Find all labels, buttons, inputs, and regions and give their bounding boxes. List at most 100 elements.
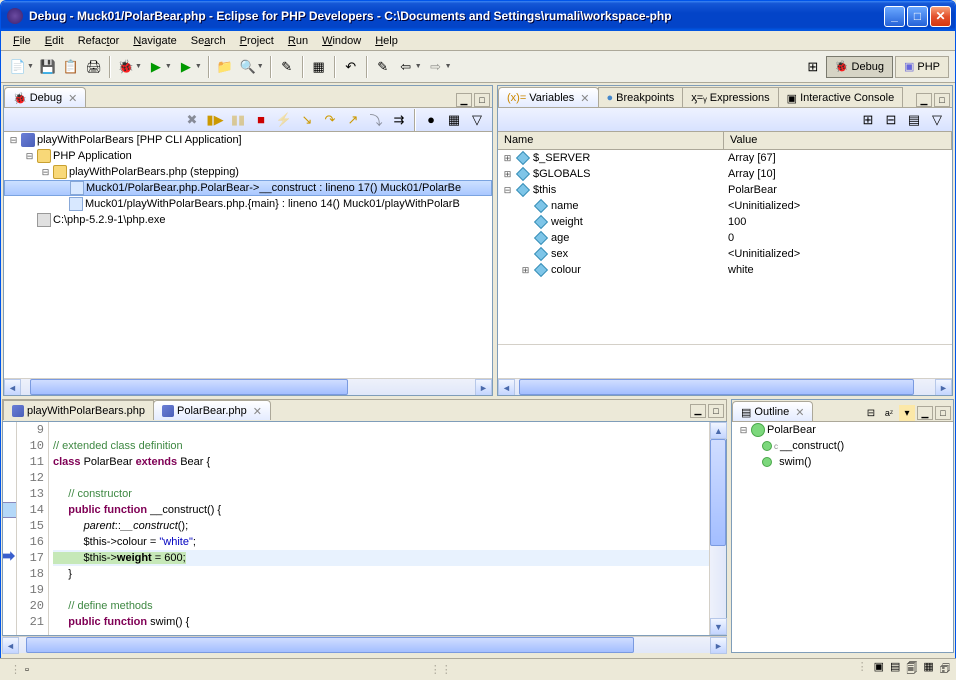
run-button[interactable]: ▶ <box>145 56 167 78</box>
remove-terminated-button[interactable]: ✖ <box>181 109 203 131</box>
step-into-button[interactable]: ↘ <box>296 109 318 131</box>
var-row[interactable]: ⊞$GLOBALSArray [10] <box>498 166 952 182</box>
menu-search[interactable]: Search <box>185 33 232 49</box>
twisty-icon[interactable]: ⊞ <box>502 169 513 180</box>
twisty-icon[interactable] <box>520 201 531 211</box>
outline-method-1[interactable]: swim() <box>779 456 811 468</box>
last-edit-button[interactable]: ✎ <box>372 56 394 78</box>
tab-console[interactable]: ▣Interactive Console <box>778 87 904 107</box>
resume-button[interactable]: ▮▶ <box>204 109 226 131</box>
maximize-view-button[interactable]: □ <box>935 406 951 420</box>
minimize-editor-button[interactable]: ▁ <box>690 404 706 418</box>
launch-node[interactable]: playWithPolarBears [PHP CLI Application] <box>37 134 242 146</box>
mark-button[interactable]: ✎ <box>276 56 298 78</box>
var-row[interactable]: name<Uninitialized> <box>498 198 952 214</box>
open-perspective-button[interactable]: ⊞ <box>802 56 824 78</box>
tab-breakpoints[interactable]: ●Breakpoints <box>598 87 684 107</box>
stack-frame-1[interactable]: Muck01/playWithPolarBears.php.{main} : l… <box>85 198 460 210</box>
col-name[interactable]: Name <box>498 132 724 149</box>
minimize-view-button[interactable]: ▁ <box>917 406 933 420</box>
drop-frame-button[interactable]: ⤵ <box>365 109 387 131</box>
prev-edit-button[interactable]: ↶ <box>340 56 362 78</box>
var-row[interactable]: sex<Uninitialized> <box>498 246 952 262</box>
search-button[interactable]: 🔍 <box>237 56 259 78</box>
tab-variables[interactable]: (x)=Variables✕ <box>498 87 599 107</box>
thread-node[interactable]: playWithPolarBears.php (stepping) <box>69 166 239 178</box>
disconnect-button[interactable]: ⚡ <box>273 109 295 131</box>
minimize-view-button[interactable]: ▁ <box>916 93 932 107</box>
maximize-editor-button[interactable]: □ <box>708 404 724 418</box>
process-node[interactable]: C:\php-5.2.9-1\php.exe <box>53 214 166 226</box>
debug-hscroll[interactable]: ◄► <box>4 378 492 395</box>
step-over-button[interactable]: ↷ <box>319 109 341 131</box>
menu-refactor[interactable]: Refactor <box>72 33 126 49</box>
save-all-button[interactable]: 📋 <box>60 56 82 78</box>
minimize-view-button[interactable]: ▁ <box>456 93 472 107</box>
tab-expressions[interactable]: ᶍ=ᵧExpressions <box>682 87 778 107</box>
status-icon-3[interactable]: 🗐 <box>906 660 917 679</box>
close-icon[interactable]: ✕ <box>68 92 77 105</box>
minimize-button[interactable]: _ <box>884 6 905 27</box>
open-type-button[interactable]: 📁 <box>214 56 236 78</box>
menu-file[interactable]: File <box>7 33 37 49</box>
run-last-button[interactable]: ▶ <box>175 56 197 78</box>
maximize-button[interactable]: □ <box>907 6 928 27</box>
twisty-icon[interactable]: ⊞ <box>520 265 531 276</box>
breakpoint-icon-button[interactable]: ● <box>420 109 442 131</box>
tab-outline[interactable]: ▤Outline✕ <box>732 401 813 421</box>
editor-vscroll[interactable]: ▲▼ <box>709 422 726 635</box>
var-row[interactable]: ⊞colourwhite <box>498 262 952 278</box>
marker-column[interactable] <box>3 422 17 635</box>
var-row[interactable]: ⊞$_SERVERArray [67] <box>498 150 952 166</box>
status-icon-5[interactable]: 🗊 <box>940 660 950 679</box>
twisty-icon[interactable]: ⊟ <box>502 185 513 196</box>
close-icon[interactable]: ✕ <box>253 405 262 418</box>
terminate-button[interactable]: ■ <box>250 109 272 131</box>
step-return-button[interactable]: ↗ <box>342 109 364 131</box>
sort-button[interactable]: ⊟ <box>863 405 879 421</box>
close-button[interactable]: ✕ <box>930 6 951 27</box>
var-row[interactable]: ⊟$thisPolarBear <box>498 182 952 198</box>
back-button[interactable]: ⇦ <box>395 56 417 78</box>
var-row[interactable]: weight100 <box>498 214 952 230</box>
layout-button[interactable]: ▤ <box>903 109 925 131</box>
status-icon-1[interactable]: ▣ <box>874 660 884 679</box>
twisty-icon[interactable] <box>520 217 531 227</box>
suspend-button[interactable]: ▮▮ <box>227 109 249 131</box>
menu-navigate[interactable]: Navigate <box>127 33 182 49</box>
editor-tab-1[interactable]: PolarBear.php✕ <box>153 400 271 420</box>
vars-tree[interactable]: ⊞$_SERVERArray [67]⊞$GLOBALSArray [10]⊟$… <box>498 150 952 344</box>
editor-hscroll[interactable]: ◄► <box>2 636 727 653</box>
status-icon-2[interactable]: ▤ <box>890 660 900 679</box>
menu-edit[interactable]: Edit <box>39 33 70 49</box>
toggle-breadcrumb-button[interactable]: ▦ <box>308 56 330 78</box>
status-icon-4[interactable]: ▦ <box>923 660 933 679</box>
twisty-icon[interactable] <box>520 249 531 259</box>
maximize-view-button[interactable]: □ <box>474 93 490 107</box>
forward-button[interactable]: ⇨ <box>425 56 447 78</box>
debug-tree[interactable]: ⊟playWithPolarBears [PHP CLI Application… <box>4 132 492 378</box>
twisty-icon[interactable] <box>520 233 531 243</box>
stack-frame-0[interactable]: Muck01/PolarBear.php.PolarBear->__constr… <box>86 182 461 194</box>
close-icon[interactable]: ✕ <box>580 92 589 105</box>
filter-button[interactable]: ▾ <box>899 405 915 421</box>
save-button[interactable]: 💾 <box>37 56 59 78</box>
tab-debug[interactable]: 🐞Debug✕ <box>4 87 86 107</box>
view-menu-button[interactable]: ▽ <box>466 109 488 131</box>
outline-class[interactable]: PolarBear <box>767 424 816 436</box>
debug-button[interactable]: 🐞 <box>115 56 137 78</box>
show-type-button[interactable]: ⊞ <box>857 109 879 131</box>
vars-hscroll[interactable]: ◄► <box>498 378 952 395</box>
collapse-button[interactable]: ⊟ <box>880 109 902 131</box>
perspective-php[interactable]: ▣PHP <box>895 56 949 78</box>
step-filters-button[interactable]: ⇉ <box>388 109 410 131</box>
use-step-filters-button[interactable]: ▦ <box>443 109 465 131</box>
new-button[interactable]: 📄 <box>7 56 29 78</box>
menu-window[interactable]: Window <box>316 33 367 49</box>
editor-tab-0[interactable]: playWithPolarBears.php <box>3 400 154 420</box>
var-row[interactable]: age0 <box>498 230 952 246</box>
alpha-button[interactable]: aᶻ <box>881 405 897 421</box>
target-node[interactable]: PHP Application <box>53 150 132 162</box>
twisty-icon[interactable]: ⊞ <box>502 153 513 164</box>
print-button[interactable]: 🖨 <box>83 56 105 78</box>
